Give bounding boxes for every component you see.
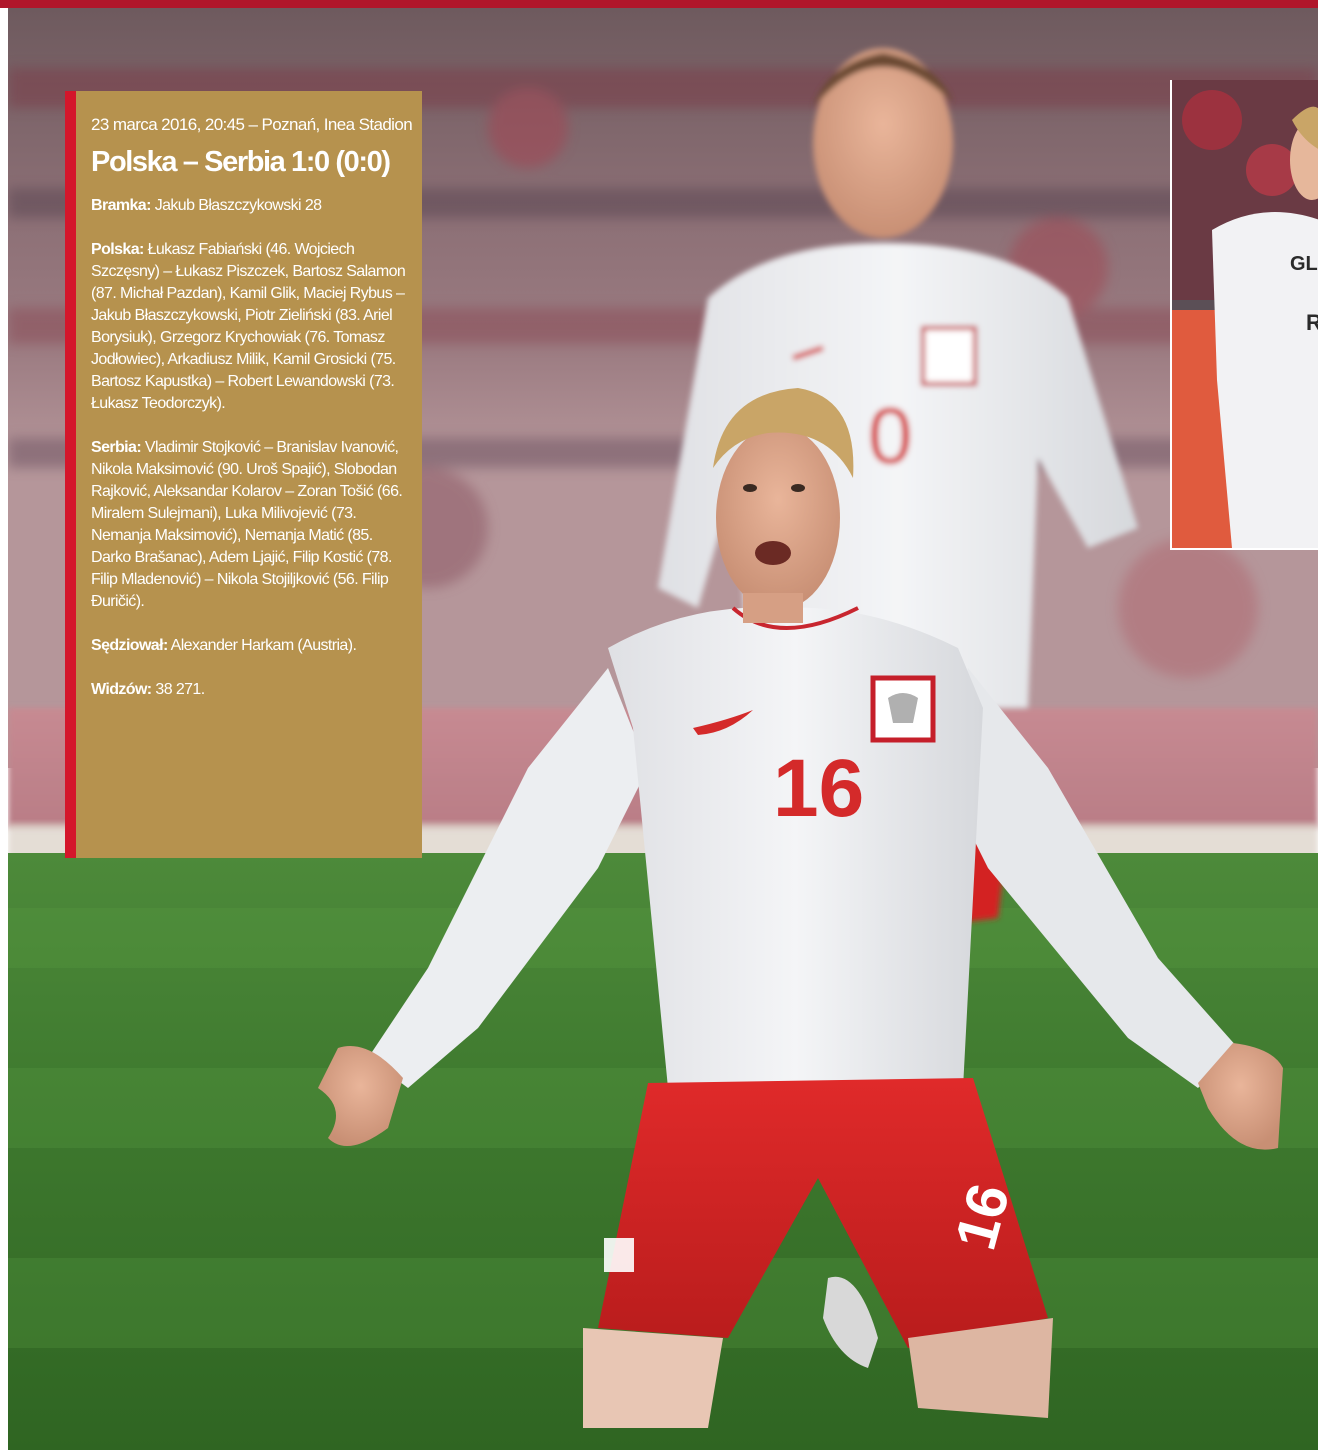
foreground-jersey-number: 16 [773,743,864,834]
attendance-paragraph: Widzów: 38 271. [91,679,408,701]
inset-photo: GL R [1170,80,1318,550]
match-info-box: 23 marca 2016, 20:45 – Poznań, Inea Stad… [65,91,422,858]
left-margin [0,8,8,1450]
inset-letters-2: R [1306,310,1318,335]
attendance-text: 38 271. [155,681,205,698]
serbia-lineup-paragraph: Serbia: Vladimir Stojković – Branislav I… [91,437,408,613]
referee-text: Alexander Harkam (Austria). [170,637,357,654]
poland-lineup-paragraph: Polska: Łukasz Fabiański (46. Wojciech S… [91,239,408,415]
goals-paragraph: Bramka: Jakub Błaszczykowski 28 [91,195,408,217]
inset-letters-1: GL [1290,253,1318,275]
serbia-lineup: Vladimir Stojković – Branislav Ivanović,… [91,439,403,610]
referee-paragraph: Sędziował: Alexander Harkam (Austria). [91,635,408,657]
top-rule [0,0,1318,8]
goals-text: Jakub Błaszczykowski 28 [154,197,322,214]
serbia-label: Serbia: [91,439,142,456]
goals-label: Bramka: [91,197,151,214]
background-jersey-number: 0 [868,391,913,480]
attendance-label: Widzów: [91,681,152,698]
magazine-page: 0 16 16 GL 23 marca 2016, 20:45 – Poznań… [0,0,1318,1450]
poland-label: Polska: [91,241,144,258]
match-date-venue: 23 marca 2016, 20:45 – Poznań, Inea Stad… [91,115,413,134]
referee-label: Sędziował: [91,637,168,654]
poland-lineup: Łukasz Fabiański (46. Wojciech Szczęsny)… [91,241,406,412]
match-title: Polska – Serbia 1:0 (0:0) [91,146,391,178]
